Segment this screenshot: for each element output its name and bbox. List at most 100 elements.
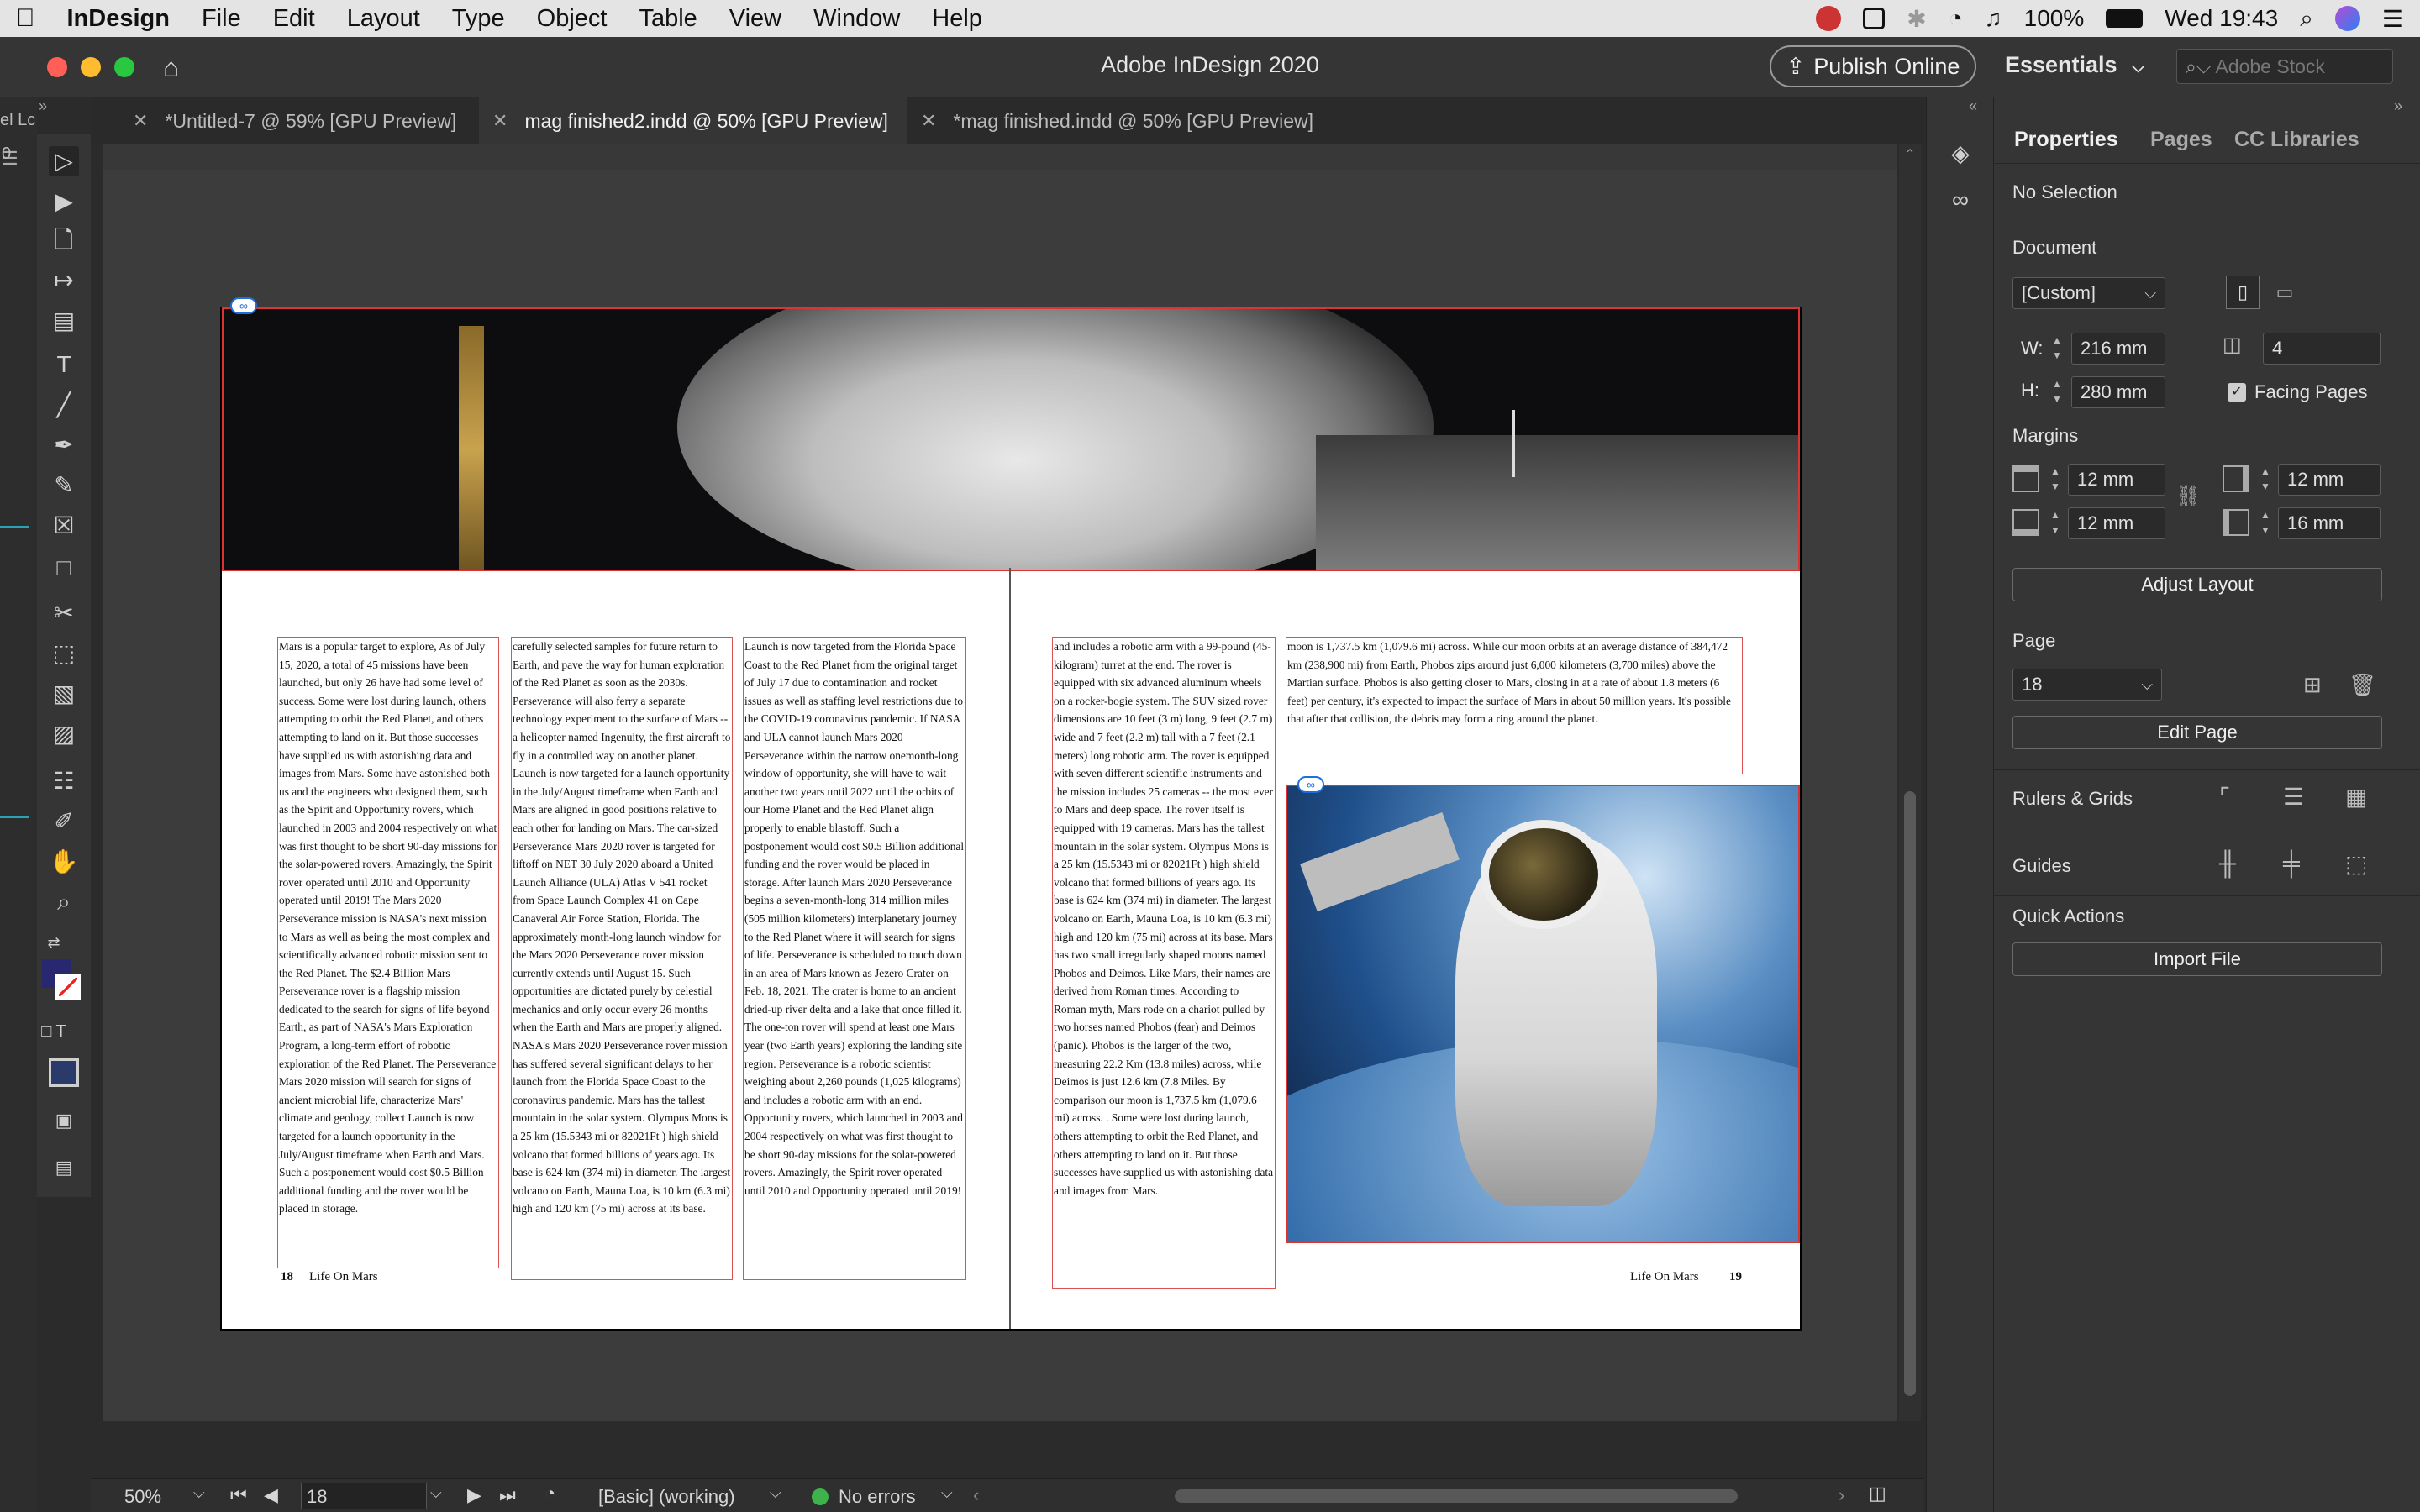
margin-top-stepper[interactable]: ▲ ▼ [2046, 464, 2065, 496]
page-tool-icon[interactable]: 🗋 [49, 225, 79, 255]
smart-guides-icon[interactable]: ⬚ [2345, 850, 2367, 878]
last-page-icon[interactable]: ⏭ [499, 1484, 516, 1506]
rectangle-tool-icon[interactable]: □ [49, 553, 79, 583]
document-preset-select[interactable]: [Custom] ⌵ [2012, 277, 2165, 309]
menu-type[interactable]: Type [436, 5, 521, 33]
tab-pages[interactable]: Pages [2150, 116, 2212, 163]
swap-fill-stroke-icon[interactable]: ⇄ [39, 927, 69, 958]
line-tool-icon[interactable]: ╱ [49, 390, 79, 420]
hand-tool-icon[interactable]: ✋ [49, 847, 79, 877]
zoom-dropdown-chevron-icon[interactable]: ⌵ [193, 1484, 205, 1502]
close-tab-icon[interactable]: ✕ [133, 110, 148, 132]
lock-guides-icon[interactable]: ╪ [2283, 850, 2300, 877]
facing-pages-checkbox[interactable]: ✓ [2228, 383, 2246, 402]
page-select[interactable]: 18 ⌵ [2012, 669, 2162, 701]
delete-page-icon[interactable]: 🗑 [2349, 672, 2376, 698]
adobe-stock-search[interactable]: ⌕⌵ Adobe Stock [2176, 49, 2393, 84]
link-margins-icon[interactable]: ⛓ [2175, 484, 2201, 508]
free-transform-tool-icon[interactable]: ⬚ [49, 638, 79, 669]
margin-outside-stepper[interactable]: ▲ ▼ [2256, 507, 2275, 539]
control-center-icon[interactable]: ☰ [2382, 5, 2403, 33]
height-field[interactable]: 280 mm [2071, 376, 2165, 408]
rulers-icon[interactable]: ⌜ [2219, 783, 2230, 811]
baseline-grid-icon[interactable]: ☰ [2283, 783, 2304, 811]
preflight-dropdown-chevron-icon[interactable]: ⌵ [941, 1484, 953, 1502]
battery-icon[interactable] [2106, 9, 2144, 28]
zoom-tool-icon[interactable]: ⌕ [49, 887, 79, 917]
clock[interactable]: Wed 19:43 [2165, 5, 2278, 32]
add-page-icon[interactable]: ⊞ [2303, 672, 2322, 698]
astronaut-photo[interactable] [1286, 785, 1800, 1243]
profile-dropdown-chevron-icon[interactable]: ⌵ [770, 1484, 781, 1502]
menu-object[interactable]: Object [521, 5, 623, 33]
scroll-right-arrow-icon[interactable]: › [1839, 1484, 1844, 1506]
note-tool-icon[interactable]: ☷ [49, 766, 79, 796]
menu-window[interactable]: Window [797, 5, 916, 33]
width-field[interactable]: 216 mm [2071, 333, 2165, 365]
scroll-up-arrow-icon[interactable]: ⌃ [1901, 146, 1919, 165]
text-frame-col4[interactable]: and includes a robotic arm with a 99-pou… [1052, 637, 1276, 1289]
text-frame-col1[interactable]: Mars is a popular target to explore, As … [277, 637, 499, 1268]
vertical-scroll-thumb[interactable] [1904, 791, 1916, 1396]
menu-app-name[interactable]: InDesign [51, 5, 186, 33]
scroll-left-arrow-icon[interactable]: ‹ [973, 1484, 979, 1506]
pencil-tool-icon[interactable]: ✎ [49, 470, 79, 501]
siri-icon[interactable] [2334, 6, 2360, 31]
pages-count-field[interactable]: 4 [2263, 333, 2381, 365]
spotlight-search-icon[interactable]: ⌕ [2300, 5, 2313, 33]
landscape-orientation-icon[interactable]: ▭ [2268, 276, 2302, 309]
text-frame-col3[interactable]: Launch is now targeted from the Florida … [743, 637, 966, 1280]
first-page-icon[interactable]: ⏮ [230, 1484, 247, 1506]
eyedropper-tool-icon[interactable]: ✐ [49, 806, 79, 837]
text-frame-col5[interactable]: moon is 1,737.5 km (1,079.6 mi) across. … [1286, 637, 1743, 774]
text-frame-col2[interactable]: carefully selected samples for future re… [511, 637, 733, 1280]
screen-icon[interactable] [1863, 8, 1886, 29]
menu-table[interactable]: Table [623, 5, 713, 33]
show-guides-icon[interactable]: ╫ [2219, 850, 2236, 877]
normal-view-mode-icon[interactable] [49, 1058, 79, 1087]
scissors-tool-icon[interactable]: ✂ [49, 598, 79, 628]
margin-outside-field[interactable]: 16 mm [2278, 507, 2381, 539]
volume-icon[interactable]: ♫ [1985, 5, 2002, 32]
tab-mag-finished2[interactable]: ✕ mag finished2.indd @ 50% [GPU Preview] [479, 97, 908, 144]
pen-tool-icon[interactable]: ✒ [49, 430, 79, 460]
menu-edit[interactable]: Edit [257, 5, 331, 33]
content-collector-icon[interactable]: ▤ [49, 306, 79, 336]
edit-page-button[interactable]: Edit Page [2012, 716, 2382, 749]
next-page-icon[interactable]: ▶ [467, 1484, 481, 1506]
close-tab-icon[interactable]: ✕ [492, 110, 508, 132]
banner-image-spacewalk[interactable] [222, 307, 1800, 571]
apple-icon[interactable]:  [0, 4, 51, 33]
menu-view[interactable]: View [713, 5, 797, 33]
direct-selection-tool-icon[interactable]: ▶ [49, 186, 79, 217]
rectangle-frame-tool-icon[interactable]: ☒ [49, 511, 79, 541]
dock-collapse-icon[interactable]: « [1969, 97, 1977, 115]
menu-help[interactable]: Help [916, 5, 998, 33]
preflight-profile-icon[interactable]: ◔ [544, 1483, 555, 1504]
linked-content-icon[interactable]: ∞ [230, 297, 257, 314]
layers-icon[interactable]: ◈ [1945, 139, 1975, 167]
wifi-icon[interactable]: ◔ [1949, 5, 1963, 32]
linked-content-icon[interactable]: ∞ [1297, 776, 1324, 793]
margin-top-field[interactable]: 12 mm [2068, 464, 2165, 496]
margin-inside-stepper[interactable]: ▲ ▼ [2256, 464, 2275, 496]
zoom-level-field[interactable]: 50% [124, 1486, 161, 1508]
margin-bottom-stepper[interactable]: ▲ ▼ [2046, 507, 2065, 539]
panel-expand-icon[interactable]: » [2394, 97, 2402, 115]
selection-tool-icon[interactable]: ▷ [49, 146, 79, 176]
vertical-scrollbar[interactable]: ⌃ [1899, 144, 1921, 1421]
menu-layout[interactable]: Layout [331, 5, 436, 33]
margin-bottom-field[interactable]: 12 mm [2068, 507, 2165, 539]
margin-inside-field[interactable]: 12 mm [2278, 464, 2381, 496]
tab-untitled-7[interactable]: ✕ *Untitled-7 @ 59% [GPU Preview] [119, 97, 479, 144]
collapse-toolbar-icon[interactable]: » [39, 97, 47, 115]
stroke-swatch[interactable] [55, 974, 81, 1000]
menu-file[interactable]: File [186, 5, 257, 33]
tab-mag-finished[interactable]: ✕ *mag finished.indd @ 50% [GPU Preview] [908, 97, 1328, 144]
formatting-container-icon[interactable]: □ T [39, 1016, 69, 1047]
portrait-orientation-icon[interactable]: ▯ [2226, 276, 2260, 309]
creative-cloud-icon[interactable] [1816, 6, 1842, 31]
gap-tool-icon[interactable]: ↦ [49, 265, 79, 296]
previous-page-icon[interactable]: ◀ [264, 1484, 278, 1506]
bluetooth-icon[interactable]: ✱ [1907, 5, 1926, 33]
